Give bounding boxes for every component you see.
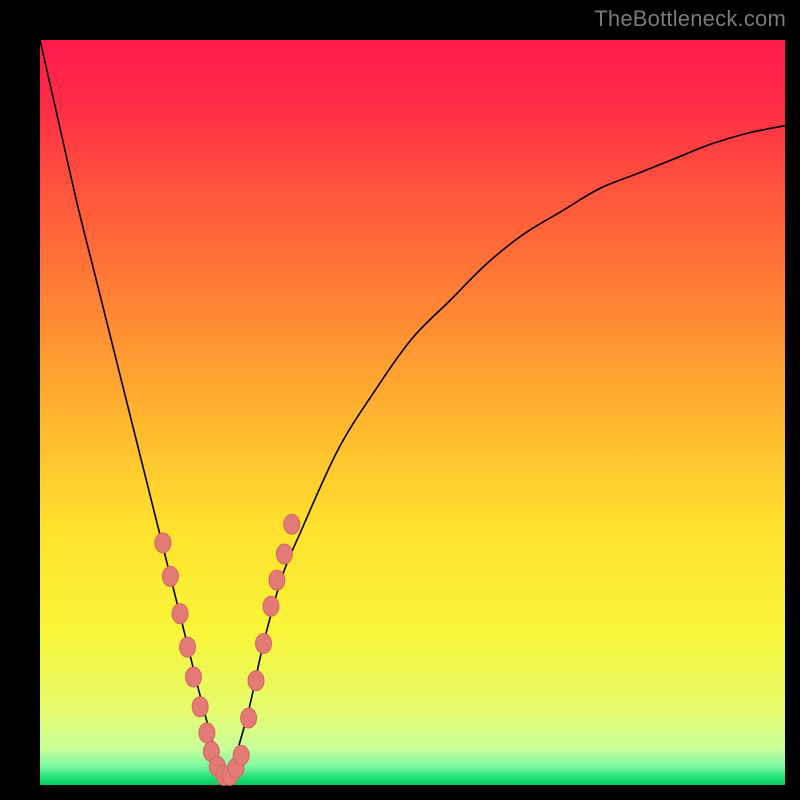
sample-dot bbox=[172, 604, 188, 624]
sample-dot bbox=[284, 514, 300, 534]
sample-dot bbox=[263, 596, 279, 616]
sample-dot bbox=[233, 745, 249, 765]
sample-dot bbox=[192, 697, 208, 717]
sample-dot bbox=[276, 544, 292, 564]
watermark-text: TheBottleneck.com bbox=[594, 6, 786, 32]
sample-dot bbox=[199, 723, 215, 743]
sample-dot bbox=[269, 570, 285, 590]
plot-area bbox=[40, 40, 785, 785]
sample-dot bbox=[180, 637, 196, 657]
sample-dot bbox=[241, 708, 257, 728]
chart-frame: TheBottleneck.com bbox=[0, 0, 800, 800]
sample-dot bbox=[185, 667, 201, 687]
curve-overlay bbox=[40, 40, 785, 785]
sample-dot bbox=[155, 533, 171, 553]
bottleneck-curve bbox=[40, 40, 785, 785]
sample-dot bbox=[256, 633, 272, 653]
sample-dot bbox=[248, 671, 264, 691]
sample-dot bbox=[162, 566, 178, 586]
sample-dots-group bbox=[155, 514, 300, 785]
